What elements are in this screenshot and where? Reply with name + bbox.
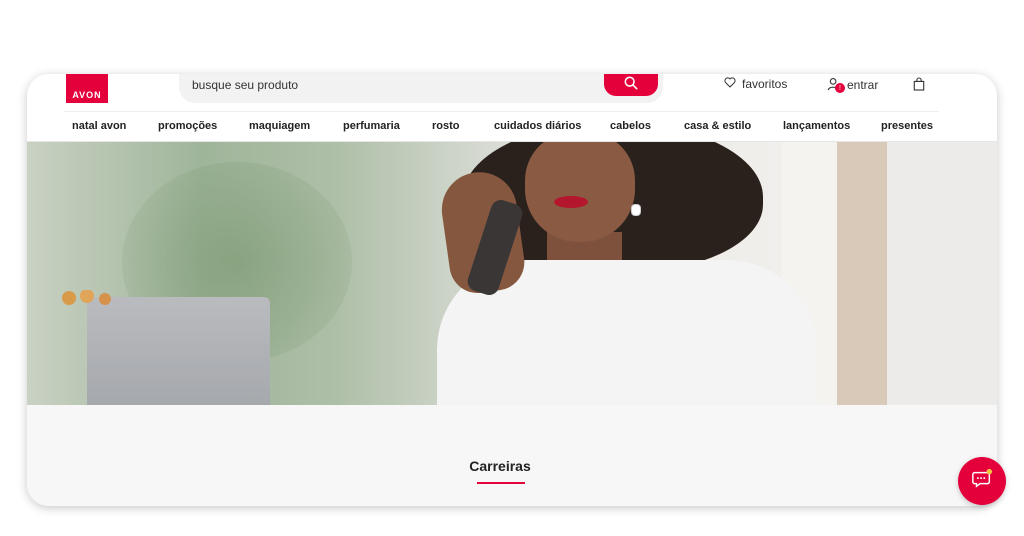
section-title-underline [477, 482, 525, 484]
chat-bubble-icon [971, 468, 993, 495]
main-nav: natal avon promoções maquiagem perfumari… [27, 120, 997, 136]
heart-icon [724, 77, 736, 91]
nav-item-maquiagem[interactable]: maquiagem [249, 120, 310, 132]
hero-person-face [525, 142, 635, 242]
hero-flowers [62, 290, 111, 305]
search-icon [624, 76, 638, 95]
hero-person-lips [554, 196, 588, 208]
hero-banner [27, 142, 997, 405]
cart-button[interactable] [913, 77, 925, 94]
section-title: Carreiras [469, 458, 531, 474]
search-bar[interactable]: busque seu produto [179, 74, 663, 103]
browser-frame: AVON busque seu produto favoritos ! entr… [27, 74, 997, 506]
nav-item-casa-estilo[interactable]: casa & estilo [684, 120, 751, 132]
search-input[interactable]: busque seu produto [192, 78, 298, 92]
login-alert-badge: ! [835, 83, 845, 93]
search-button[interactable] [604, 74, 658, 96]
nav-item-lancamentos[interactable]: lançamentos [783, 120, 850, 132]
hero-background-wall [887, 142, 997, 405]
nav-item-natal-avon[interactable]: natal avon [72, 120, 126, 132]
hero-background-door [837, 142, 887, 405]
nav-item-presentes[interactable]: presentes [881, 120, 933, 132]
avon-logo[interactable]: AVON [66, 74, 108, 103]
login-label: entrar [847, 78, 879, 92]
site-header: AVON busque seu produto favoritos ! entr… [27, 74, 997, 142]
nav-item-perfumaria[interactable]: perfumaria [343, 120, 400, 132]
careers-section: Carreiras [27, 405, 997, 506]
nav-item-promocoes[interactable]: promoções [158, 120, 217, 132]
header-divider [64, 111, 939, 112]
hero-laptop [87, 297, 270, 405]
favorites-link[interactable]: favoritos [724, 77, 787, 91]
nav-item-rosto[interactable]: rosto [432, 120, 460, 132]
hero-person-earring [631, 204, 641, 216]
logo-text: AVON [72, 90, 102, 100]
login-link[interactable]: ! entrar [827, 77, 878, 93]
nav-item-cuidados-diarios[interactable]: cuidados diários [494, 120, 581, 132]
user-icon: ! [827, 77, 845, 93]
favorites-label: favoritos [742, 77, 788, 91]
shopping-bag-icon [913, 77, 925, 94]
nav-item-cabelos[interactable]: cabelos [610, 120, 651, 132]
chat-button[interactable] [958, 457, 1006, 505]
